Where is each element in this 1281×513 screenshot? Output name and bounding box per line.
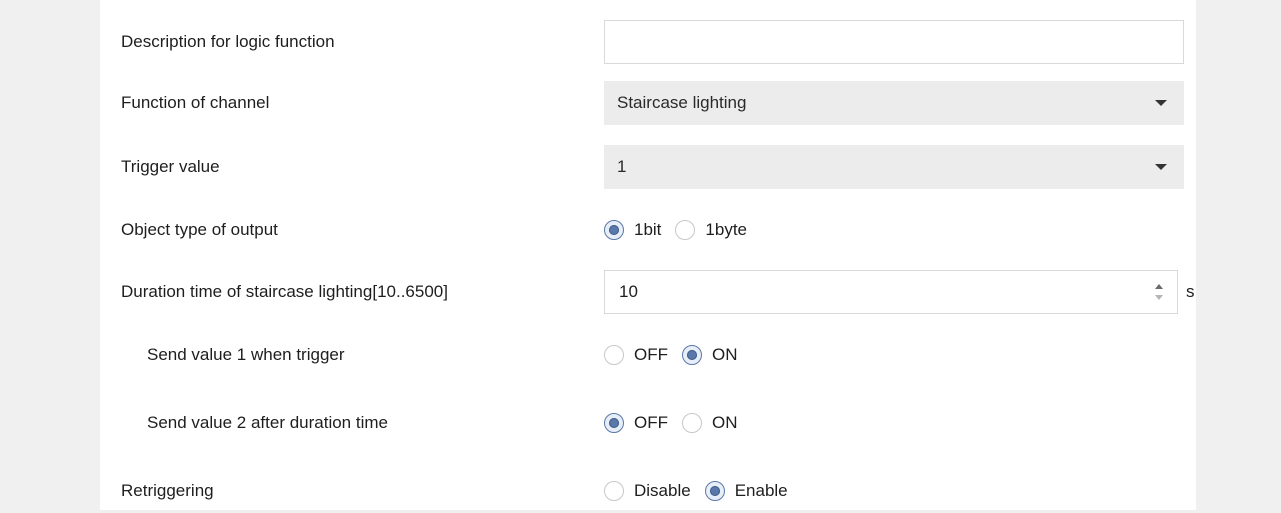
duration-unit: s [1186, 282, 1195, 301]
function-select[interactable]: Staircase lighting [604, 81, 1184, 125]
radio-button-selected[interactable] [604, 220, 624, 240]
radio-send1-on-label: ON [712, 345, 738, 364]
row-send1: Send value 1 when trigger OFF ON [100, 333, 1196, 377]
duration-value: 10 [619, 282, 638, 301]
retriggering-radio-group: Disable Enable [604, 469, 802, 513]
radio-send1-off[interactable]: OFF [604, 345, 668, 365]
radio-retrigger-disable-label: Disable [634, 481, 691, 500]
radio-1bit-label: 1bit [634, 220, 662, 239]
radio-send2-off[interactable]: OFF [604, 413, 668, 433]
radio-1byte-label: 1byte [705, 220, 748, 239]
radio-1bit[interactable]: 1bit [604, 220, 661, 240]
radio-retrigger-disable[interactable]: Disable [604, 481, 691, 501]
radio-send2-on-label: ON [712, 413, 738, 432]
radio-send2-off-label: OFF [634, 413, 668, 432]
radio-retrigger-enable-label: Enable [734, 481, 788, 500]
spin-up-icon[interactable] [1155, 284, 1163, 289]
row-object-type: Object type of output 1bit 1byte [100, 208, 1196, 252]
chevron-down-icon [1155, 100, 1167, 106]
description-input[interactable] [604, 20, 1184, 64]
radio-button-selected[interactable] [704, 481, 725, 501]
row-retriggering: Retriggering Disable Enable [100, 469, 1196, 513]
spin-down-icon[interactable] [1155, 295, 1163, 300]
duration-label: Duration time of staircase lighting[10..… [121, 282, 448, 301]
row-send2: Send value 2 after duration time OFF ON [100, 401, 1196, 445]
chevron-down-icon [1155, 164, 1167, 170]
retriggering-label: Retriggering [121, 481, 214, 500]
radio-button-selected[interactable] [682, 345, 702, 365]
radio-retrigger-enable[interactable]: Enable [704, 481, 788, 501]
row-description: Description for logic function [100, 20, 1196, 64]
duration-spinbox[interactable]: 10 [604, 270, 1178, 314]
radio-button[interactable] [604, 481, 624, 501]
send1-label: Send value 1 when trigger [147, 345, 345, 364]
radio-button[interactable] [604, 345, 624, 365]
object-type-label: Object type of output [121, 220, 278, 239]
radio-1byte[interactable]: 1byte [675, 220, 747, 240]
radio-send1-on[interactable]: ON [682, 345, 738, 365]
send2-label: Send value 2 after duration time [147, 413, 388, 432]
row-function: Function of channel Staircase lighting [100, 81, 1196, 125]
function-label: Function of channel [121, 93, 270, 112]
trigger-select[interactable]: 1 [604, 145, 1184, 189]
parameter-panel: Description for logic function Function … [100, 0, 1196, 510]
description-label: Description for logic function [121, 32, 335, 51]
function-select-value: Staircase lighting [617, 93, 747, 112]
radio-send2-on[interactable]: ON [682, 413, 738, 433]
radio-send1-off-label: OFF [634, 345, 668, 364]
radio-button[interactable] [675, 220, 696, 240]
trigger-select-value: 1 [617, 157, 627, 176]
send1-radio-group: OFF ON [604, 333, 752, 377]
trigger-label: Trigger value [121, 157, 220, 176]
row-duration: Duration time of staircase lighting[10..… [100, 270, 1196, 314]
radio-button[interactable] [682, 413, 702, 433]
object-type-radio-group: 1bit 1byte [604, 208, 761, 252]
radio-button-selected[interactable] [604, 413, 624, 433]
send2-radio-group: OFF ON [604, 401, 752, 445]
row-trigger: Trigger value 1 [100, 145, 1196, 189]
